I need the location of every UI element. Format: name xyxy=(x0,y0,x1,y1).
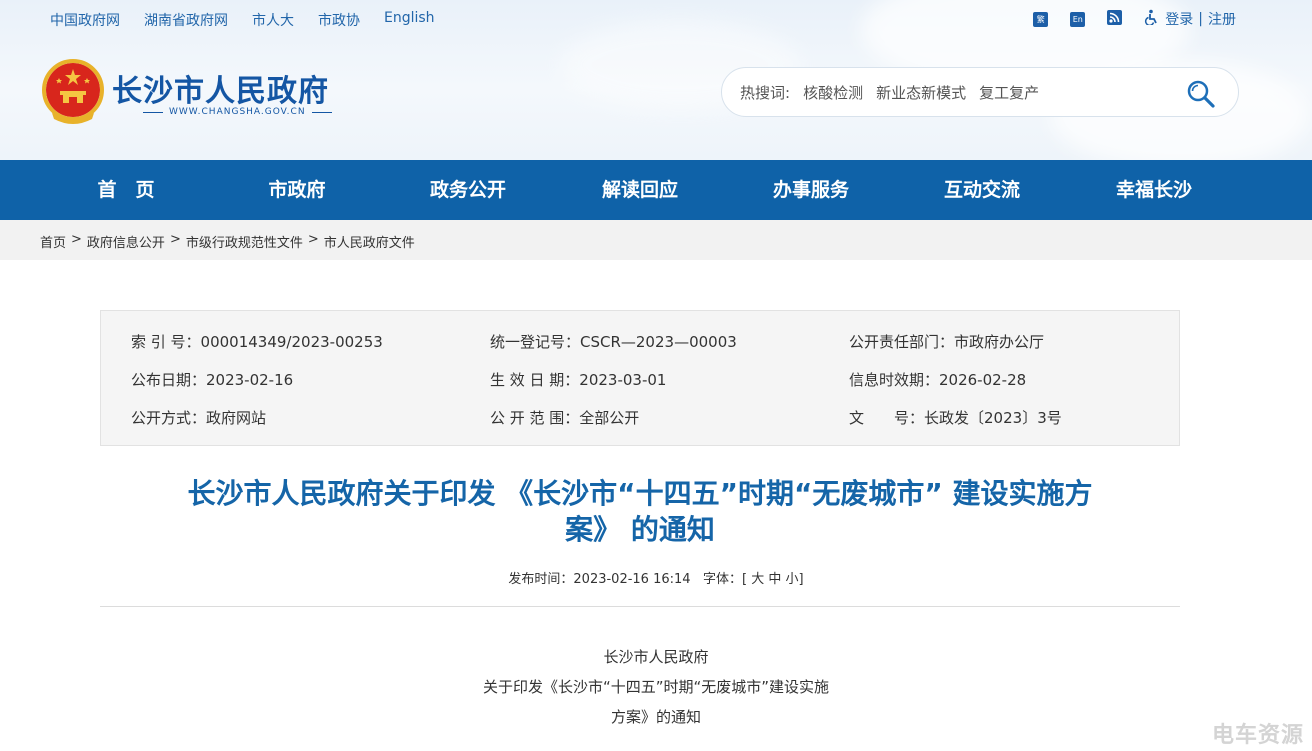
site-header: 中国政府网 湖南省政府网 市人大 市政协 English 繁 En 登录 | 注… xyxy=(0,0,1312,160)
meta-document-no: 文 号：长政发〔2023〕3号 xyxy=(849,407,1062,428)
breadcrumb: 首页 > 政府信息公开 > 市级行政规范性文件 > 市人民政府文件 xyxy=(40,232,415,251)
breadcrumb-item[interactable]: 政府信息公开 xyxy=(87,232,165,251)
english-version-icon[interactable]: En xyxy=(1070,11,1086,27)
search-icon[interactable] xyxy=(1186,79,1216,109)
site-url-text: WWW.CHANGSHA.GOV.CN xyxy=(169,107,306,117)
hot-word-item[interactable]: 复工复产 xyxy=(979,82,1039,103)
nav-services[interactable]: 办事服务 xyxy=(773,160,849,220)
breadcrumb-bar: 首页 > 政府信息公开 > 市级行政规范性文件 > 市人民政府文件 xyxy=(0,220,1312,260)
meta-document-no-value: 长政发〔2023〕3号 xyxy=(924,409,1062,427)
nav-happy-changsha[interactable]: 幸福长沙 xyxy=(1116,160,1192,220)
accessibility-icon[interactable] xyxy=(1144,9,1160,29)
article-info: 发布时间：2023-02-16 16:14 字体：[ 大 中 小] xyxy=(0,568,1312,587)
hot-words-label: 热搜词: xyxy=(740,83,791,102)
url-rule-right xyxy=(311,111,332,113)
meta-index-no: 索 引 号：000014349/2023-00253 xyxy=(131,333,383,351)
font-size-bracket-end: ] xyxy=(798,572,804,587)
link-gov-cn[interactable]: 中国政府网 xyxy=(50,10,120,30)
meta-valid-until: 信息时效期：2026-02-28 xyxy=(849,371,1027,389)
body-line: 关于印发《长沙市“十四五”时期“无废城市”建设实施 xyxy=(482,678,830,696)
breadcrumb-item[interactable]: 市人民政府文件 xyxy=(324,232,415,251)
body-line: 长沙市人民政府 xyxy=(603,648,709,666)
meta-registration-no: 统一登记号：CSCR—2023—00003 xyxy=(490,333,737,351)
watermark: 电车资源 xyxy=(1211,723,1304,748)
meta-effective-date: 生 效 日 期：2023-03-01 xyxy=(490,371,667,389)
nav-government-affairs[interactable]: 政务公开 xyxy=(430,160,506,220)
meta-department: 公开责任部门：市政府办公厅 xyxy=(849,333,1045,351)
meta-publish-method: 公开方式：政府网站 xyxy=(131,409,267,427)
breadcrumb-item[interactable]: 市级行政规范性文件 xyxy=(186,232,303,251)
article-title-line: 长沙市人民政府关于印发 《长沙市“十四五”时期“无废城市” 建设实施方 xyxy=(187,477,1093,510)
body-line: 方案》的通知 xyxy=(610,708,701,726)
font-size-large[interactable]: 大 xyxy=(751,572,764,587)
hot-word-item[interactable]: 核酸检测 xyxy=(803,82,863,103)
search-box[interactable]: 热搜词: 核酸检测 新业态新模式 复工复产 xyxy=(721,67,1239,117)
link-hunan-gov[interactable]: 湖南省政府网 xyxy=(144,10,228,30)
nav-interpretation[interactable]: 解读回应 xyxy=(602,160,678,220)
register-link[interactable]: 注册 xyxy=(1208,9,1236,29)
site-url: WWW.CHANGSHA.GOV.CN xyxy=(143,107,332,117)
rss-icon[interactable] xyxy=(1107,9,1123,29)
top-right-tools: 繁 En 登录 | 注册 xyxy=(1033,9,1236,29)
nav-interaction[interactable]: 互动交流 xyxy=(944,160,1020,220)
nav-home[interactable]: 首 页 xyxy=(97,160,154,220)
login-group: 登录 | 注册 xyxy=(1144,9,1236,29)
breadcrumb-separator: > xyxy=(307,232,319,247)
login-link[interactable]: 登录 xyxy=(1165,9,1193,29)
login-separator: | xyxy=(1198,11,1203,27)
meta-publish-scope: 公 开 范 围：全部公开 xyxy=(490,409,640,427)
national-emblem-icon xyxy=(42,59,104,124)
breadcrumb-item[interactable]: 首页 xyxy=(40,232,66,251)
site-title[interactable]: 长沙市人民政府 xyxy=(112,66,329,110)
top-links: 中国政府网 湖南省政府网 市人大 市政协 English xyxy=(50,10,435,30)
font-size-medium[interactable]: 中 xyxy=(768,572,781,587)
hot-word-item[interactable]: 新业态新模式 xyxy=(876,82,966,103)
font-size-label: 字体：[ xyxy=(702,572,748,587)
link-npc[interactable]: 市人大 xyxy=(252,10,294,30)
font-size-small[interactable]: 小 xyxy=(786,572,799,587)
publish-time-label: 发布时间： xyxy=(508,572,574,587)
breadcrumb-separator: > xyxy=(71,232,82,247)
main-nav: 首 页 市政府 政务公开 解读回应 办事服务 互动交流 幸福长沙 xyxy=(0,160,1312,220)
article-title-line: 案》 的通知 xyxy=(565,513,715,546)
article-title: 长沙市人民政府关于印发 《长沙市“十四五”时期“无废城市” 建设实施方 案》 的… xyxy=(100,476,1180,548)
traditional-chinese-icon[interactable]: 繁 xyxy=(1033,11,1049,27)
link-cppcc[interactable]: 市政协 xyxy=(318,10,360,30)
url-rule-left xyxy=(143,111,163,113)
article-divider xyxy=(100,606,1180,607)
meta-document-no-label: 文 号： xyxy=(849,409,925,427)
document-meta-box: 索 引 号：000014349/2023-00253 统一登记号：CSCR—20… xyxy=(100,310,1180,446)
nav-city-government[interactable]: 市政府 xyxy=(268,160,325,220)
link-english[interactable]: English xyxy=(384,10,435,30)
publish-time: 2023-02-16 16:14 xyxy=(573,572,691,587)
breadcrumb-separator: > xyxy=(169,232,181,247)
meta-publish-date: 公布日期：2023-02-16 xyxy=(131,371,294,389)
